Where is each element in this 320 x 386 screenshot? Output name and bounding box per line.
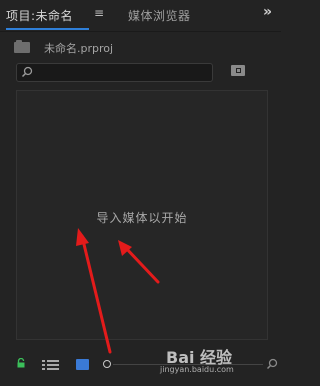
arrow-line-2	[122, 244, 160, 284]
annotation-arrows	[76, 228, 160, 354]
arrow-line-1	[80, 234, 112, 354]
arrow-head-1	[76, 228, 89, 246]
